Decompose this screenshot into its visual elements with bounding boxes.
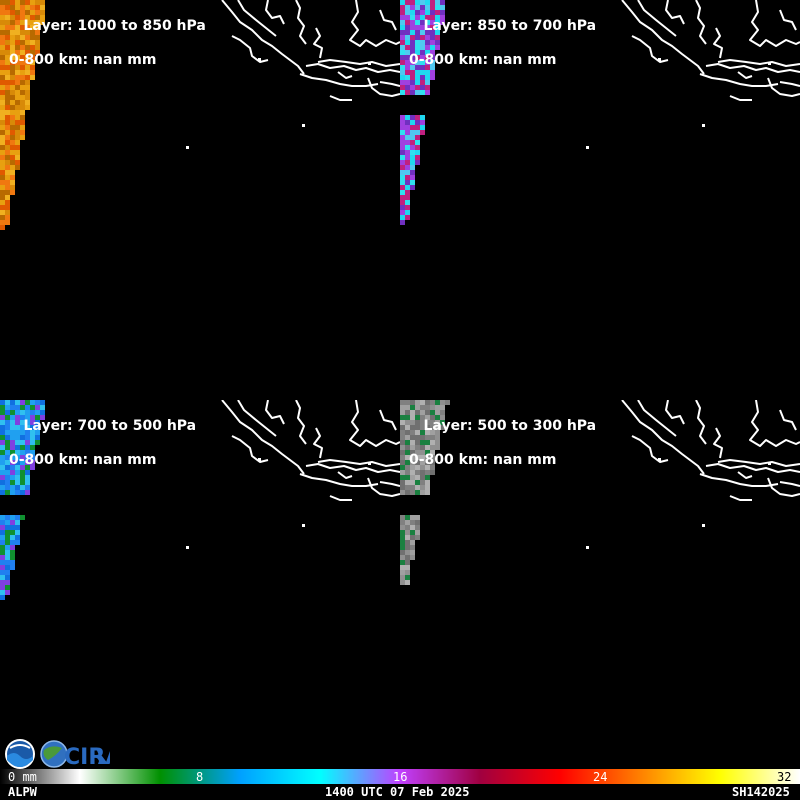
colorbar-label-16: 16 <box>393 770 408 784</box>
layer-label: Layer: 1000 to 850 hPa <box>23 18 206 34</box>
coastline <box>586 400 800 549</box>
coastline <box>186 400 400 549</box>
coastline <box>186 0 400 149</box>
footer-bar: ALPW 1400 UTC 07 Feb 2025 SH142025 <box>0 784 800 800</box>
panel-title: Layer: 850 to 700 hPa 0-800 km: nan mm <box>404 1 596 103</box>
timestamp: 1400 UTC 07 Feb 2025 <box>325 785 470 799</box>
panel-layer-1000-850: Layer: 1000 to 850 hPa 0-800 km: nan mm <box>0 0 400 400</box>
stat-label: 0-800 km: nan mm <box>409 52 557 68</box>
stat-label: 0-800 km: nan mm <box>9 452 157 468</box>
colorbar-label-32: 32 <box>777 770 792 784</box>
colorbar-label-8: 8 <box>196 770 204 784</box>
colorbar-labels: 0 mm 8 16 24 32 <box>0 770 800 785</box>
stat-label: 0-800 km: nan mm <box>9 52 157 68</box>
product-name: ALPW <box>8 785 37 799</box>
layer-label: Layer: 700 to 500 hPa <box>23 418 197 434</box>
panel-title: Layer: 1000 to 850 hPa 0-800 km: nan mm <box>4 1 206 103</box>
layer-label: Layer: 850 to 700 hPa <box>423 18 597 34</box>
colorbar-label-24: 24 <box>593 770 608 784</box>
coastline <box>586 0 800 149</box>
panel-layer-850-700: Layer: 850 to 700 hPa 0-800 km: nan mm <box>400 0 800 400</box>
storm-id: SH142025 <box>732 785 790 799</box>
layer-label: Layer: 500 to 300 hPa <box>423 418 597 434</box>
noaa-logo-icon <box>5 739 35 769</box>
stat-label: 0-800 km: nan mm <box>409 452 557 468</box>
colorbar-label-0: 0 mm <box>8 770 37 784</box>
panel-title: Layer: 700 to 500 hPa 0-800 km: nan mm <box>4 401 196 503</box>
panel-title: Layer: 500 to 300 hPa 0-800 km: nan mm <box>404 401 596 503</box>
logo-group: CIRA <box>4 738 122 770</box>
panel-layer-500-300: Layer: 500 to 300 hPa 0-800 km: nan mm <box>400 400 800 800</box>
